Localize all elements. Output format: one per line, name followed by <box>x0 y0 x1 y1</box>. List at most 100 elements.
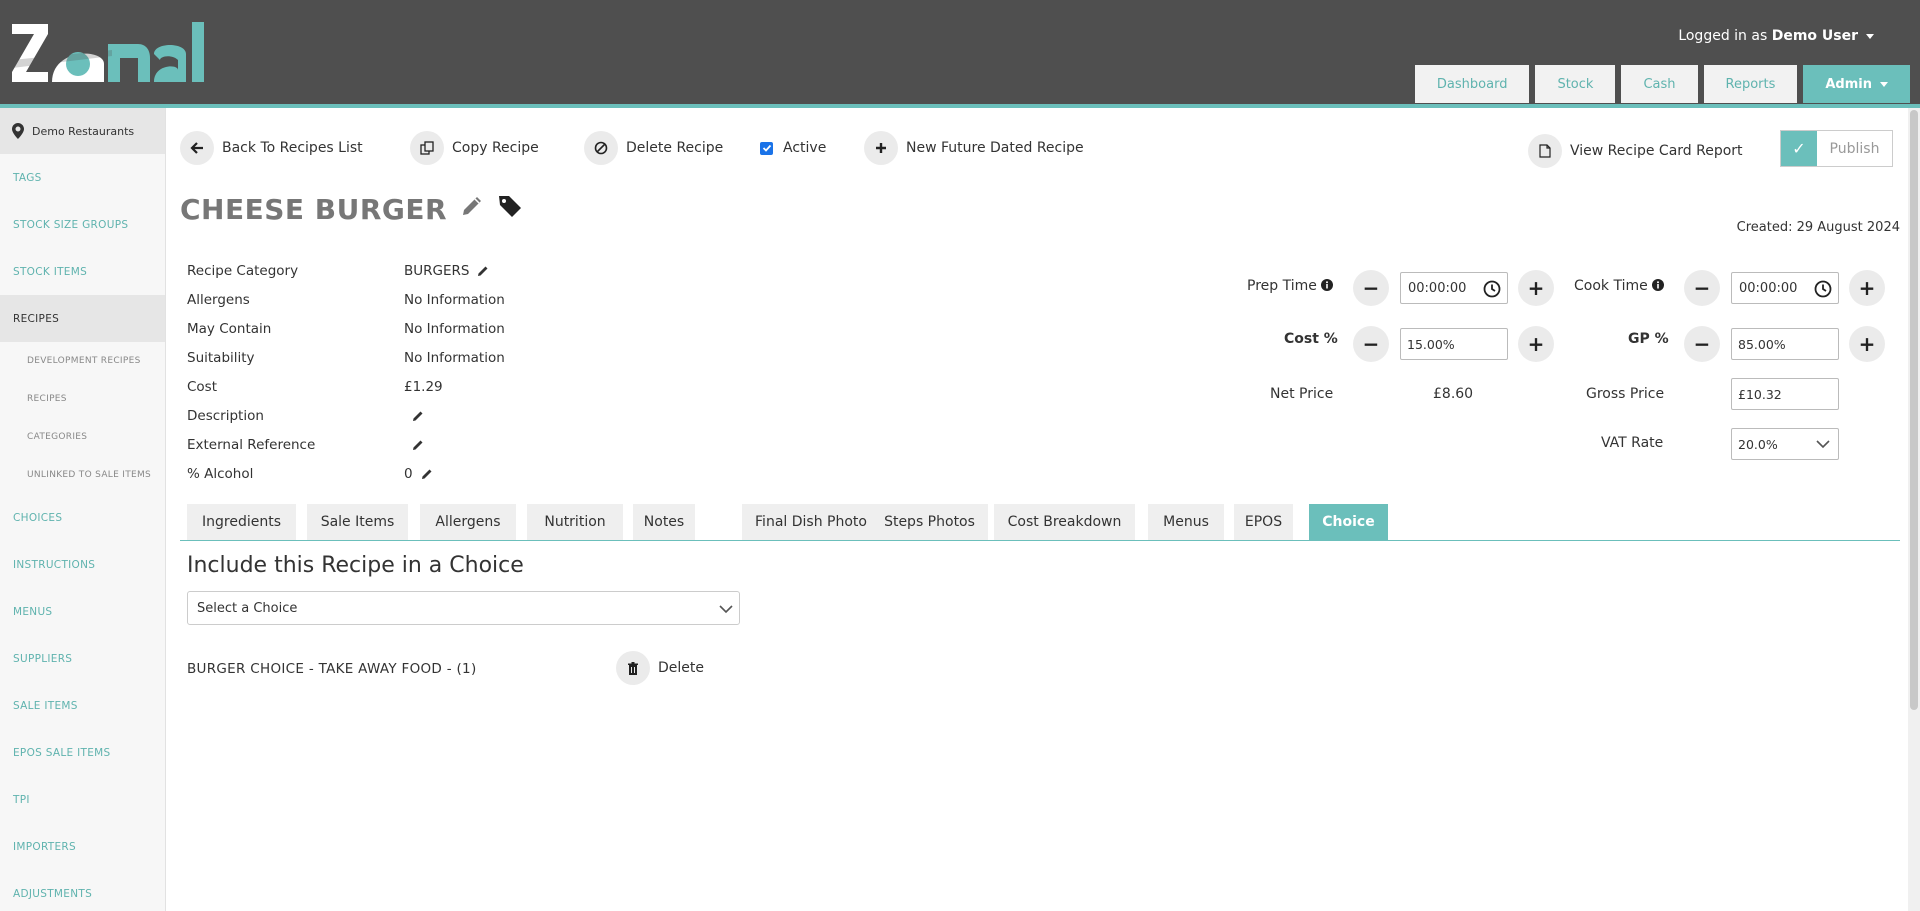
prep-time-input[interactable]: 00:00:00 <box>1400 272 1508 304</box>
chevron-down-icon <box>1816 440 1830 449</box>
cook-time-input[interactable]: 00:00:00 <box>1731 272 1839 304</box>
zonal-logo[interactable] <box>12 20 220 86</box>
sidebar-item-adjustments[interactable]: ADJUSTMENTS <box>0 870 165 911</box>
ban-icon <box>584 131 618 165</box>
sidebar-item-stock-size-groups[interactable]: STOCK SIZE GROUPS <box>0 201 165 248</box>
prep-time-increase-button[interactable]: + <box>1518 270 1554 306</box>
gp-pct-increase-button[interactable]: + <box>1849 326 1885 362</box>
info-icon[interactable] <box>1321 279 1334 291</box>
gross-price-label: Gross Price <box>1586 386 1665 402</box>
tab-epos[interactable]: EPOS <box>1234 504 1293 540</box>
tab-choice[interactable]: Choice <box>1309 504 1388 540</box>
tab-notes[interactable]: Notes <box>633 504 695 540</box>
tab-steps-photos[interactable]: Steps Photos <box>871 504 988 540</box>
new-future-dated-recipe-button[interactable]: New Future Dated Recipe <box>864 130 1084 166</box>
plus-icon: + <box>1858 332 1876 356</box>
gp-pct-label: GP % <box>1628 331 1669 347</box>
sidebar: Demo Restaurants TAGS STOCK SIZE GROUPS … <box>0 108 166 911</box>
sidebar-subitem-categories[interactable]: CATEGORIES <box>0 418 165 456</box>
view-recipe-card-report-button[interactable]: View Recipe Card Report <box>1528 133 1743 169</box>
cook-time-decrease-button[interactable]: − <box>1684 270 1720 306</box>
sidebar-subitem-unlinked-to-sale-items[interactable]: UNLINKED TO SALE ITEMS <box>0 456 165 494</box>
location-name: Demo Restaurants <box>32 124 135 138</box>
info-icon[interactable] <box>1652 279 1665 291</box>
tab-nutrition[interactable]: Nutrition <box>527 504 623 540</box>
back-to-recipes-button[interactable]: Back To Recipes List <box>180 130 363 166</box>
prep-time-decrease-button[interactable]: − <box>1353 270 1389 306</box>
cost-pct-input[interactable]: 15.00% <box>1400 328 1508 360</box>
clock-icon <box>1483 280 1501 298</box>
vat-rate-select[interactable]: 20.0% <box>1731 428 1839 460</box>
sidebar-item-menus[interactable]: MENUS <box>0 588 165 635</box>
minus-icon: − <box>1693 332 1711 356</box>
sidebar-item-stock-items[interactable]: STOCK ITEMS <box>0 248 165 295</box>
sidebar-item-choices[interactable]: CHOICES <box>0 494 165 541</box>
sidebar-item-suppliers[interactable]: SUPPLIERS <box>0 635 165 682</box>
cook-time-label: Cook Time <box>1574 278 1665 294</box>
sidebar-subitem-development-recipes[interactable]: DEVELOPMENT RECIPES <box>0 342 165 380</box>
nav-stock[interactable]: Stock <box>1535 65 1616 103</box>
copy-recipe-button[interactable]: Copy Recipe <box>410 130 539 166</box>
tab-sale-items[interactable]: Sale Items <box>307 504 408 540</box>
check-icon: ✓ <box>1781 131 1817 166</box>
sidebar-item-sale-items[interactable]: SALE ITEMS <box>0 682 165 729</box>
minus-icon: − <box>1362 332 1380 356</box>
prep-time-label: Prep Time <box>1247 278 1334 294</box>
edit-category-pencil-icon[interactable] <box>477 265 489 277</box>
detail-row: Recipe Category BURGERS <box>187 256 505 285</box>
recipe-tabs: Ingredients Sale Items Allergens Nutriti… <box>180 504 1900 541</box>
tag-icon[interactable] <box>497 193 523 226</box>
sidebar-item-recipes[interactable]: RECIPES <box>0 295 165 342</box>
tab-ingredients[interactable]: Ingredients <box>187 504 296 540</box>
tab-final-dish-photo[interactable]: Final Dish Photo <box>742 504 880 540</box>
sidebar-item-instructions[interactable]: INSTRUCTIONS <box>0 541 165 588</box>
chevron-down-icon <box>719 605 733 614</box>
edit-description-pencil-icon[interactable] <box>412 410 424 422</box>
nav-admin[interactable]: Admin <box>1803 65 1910 103</box>
map-pin-icon <box>12 123 24 139</box>
logged-in-prefix: Logged in as <box>1678 28 1772 44</box>
checkbox-checked-icon <box>760 141 773 155</box>
recipe-details: Recipe Category BURGERS Allergens No Inf… <box>187 256 505 488</box>
sidebar-item-tpi[interactable]: TPI <box>0 776 165 823</box>
tab-cost-breakdown[interactable]: Cost Breakdown <box>994 504 1135 540</box>
detail-row: % Alcohol 0 <box>187 459 505 488</box>
cost-pct-increase-button[interactable]: + <box>1518 326 1554 362</box>
nav-cash[interactable]: Cash <box>1621 65 1698 103</box>
gp-pct-input[interactable]: 85.00% <box>1731 328 1839 360</box>
gross-price-input[interactable]: £10.32 <box>1731 378 1839 410</box>
tab-menus[interactable]: Menus <box>1148 504 1224 540</box>
user-name: Demo User <box>1771 28 1858 44</box>
cost-pct-decrease-button[interactable]: − <box>1353 326 1389 362</box>
clock-icon <box>1814 280 1832 298</box>
edit-title-pencil-icon[interactable] <box>459 193 485 226</box>
delete-choice-button[interactable]: Delete <box>616 651 704 685</box>
edit-alcohol-pencil-icon[interactable] <box>421 468 433 480</box>
chevron-down-icon <box>1866 33 1874 39</box>
scrollbar[interactable] <box>1908 108 1920 911</box>
sidebar-subitem-recipes[interactable]: RECIPES <box>0 380 165 418</box>
sidebar-item-epos-sale-items[interactable]: EPOS SALE ITEMS <box>0 729 165 776</box>
delete-recipe-button[interactable]: Delete Recipe <box>584 130 723 166</box>
choice-select[interactable]: Select a Choice <box>187 591 740 625</box>
active-checkbox[interactable]: Active <box>760 130 826 166</box>
arrow-left-icon <box>180 131 214 165</box>
tab-allergens[interactable]: Allergens <box>420 504 516 540</box>
plus-icon: + <box>1527 332 1545 356</box>
nav-reports[interactable]: Reports <box>1703 65 1798 103</box>
copy-icon <box>410 131 444 165</box>
publish-toggle[interactable]: ✓ Publish <box>1780 130 1893 167</box>
edit-external-reference-pencil-icon[interactable] <box>412 439 424 451</box>
logged-in-menu[interactable]: Logged in as Demo User <box>1678 28 1874 44</box>
cook-time-increase-button[interactable]: + <box>1849 270 1885 306</box>
sidebar-item-tags[interactable]: TAGS <box>0 154 165 201</box>
minus-icon: − <box>1362 276 1380 300</box>
location-selector[interactable]: Demo Restaurants <box>0 108 165 154</box>
nav-dashboard[interactable]: Dashboard <box>1414 65 1530 103</box>
gp-pct-decrease-button[interactable]: − <box>1684 326 1720 362</box>
scrollbar-thumb[interactable] <box>1910 110 1918 710</box>
detail-row: Suitability No Information <box>187 349 505 366</box>
sidebar-item-importers[interactable]: IMPORTERS <box>0 823 165 870</box>
recipe-title: CHEESE BURGER <box>180 193 448 226</box>
app-header: Logged in as Demo User Dashboard Stock C… <box>0 0 1920 108</box>
